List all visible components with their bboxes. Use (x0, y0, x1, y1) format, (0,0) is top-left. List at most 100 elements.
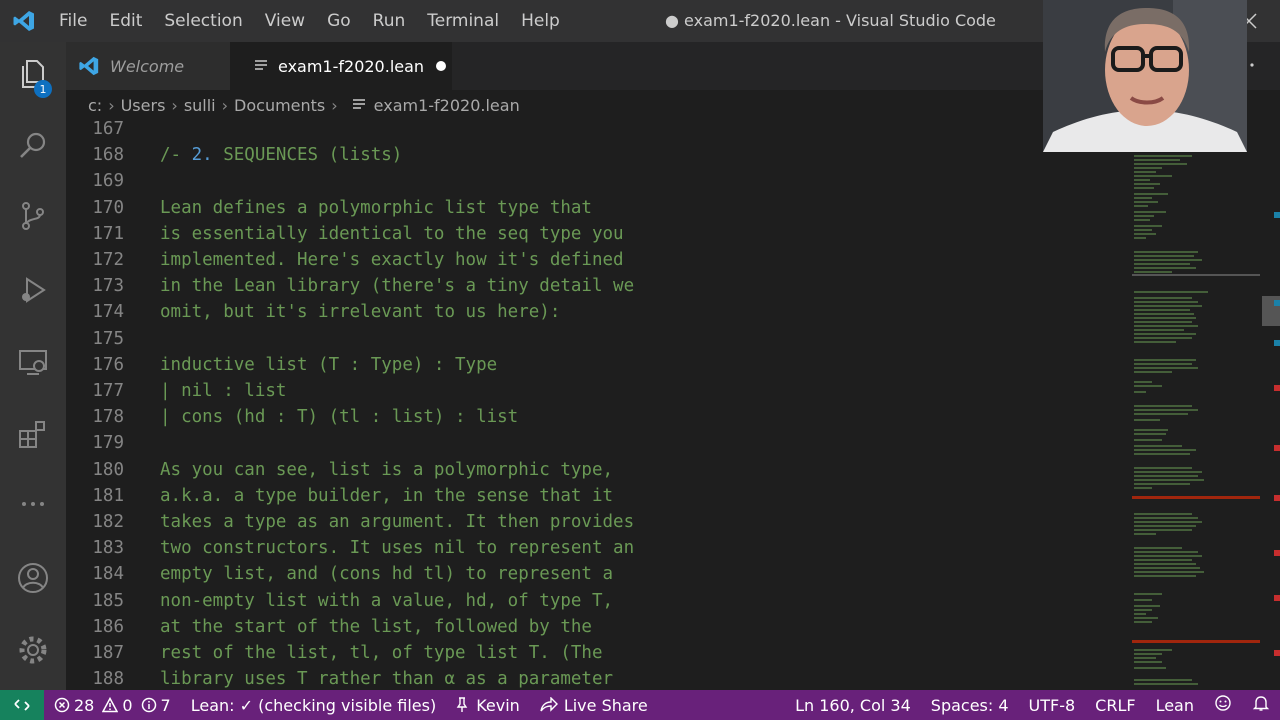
code-line[interactable]: 181 a.k.a. a type builder, in the sense t… (66, 483, 1132, 509)
cursor-position[interactable]: Ln 160, Col 34 (785, 696, 921, 715)
code-text: is essentially identical to the seq type… (160, 223, 624, 244)
warning-count: 0 (122, 695, 133, 715)
breadcrumb-file[interactable]: exam1-f2020.lean (374, 96, 520, 115)
line-number: 187 (92, 643, 124, 663)
code-line[interactable]: 167 (66, 120, 1132, 142)
code-line[interactable]: 173 in the Lean library (there's a tiny d… (66, 273, 1132, 299)
code-text: omit, but it's irrelevant to us here): (160, 302, 561, 323)
extensions-button[interactable] (0, 406, 66, 462)
code-line[interactable]: 184 empty list, and (cons hd tl) to repre… (66, 561, 1132, 587)
code-line[interactable]: 183 two constructors. It uses nil to repr… (66, 535, 1132, 561)
source-control-button[interactable] (0, 188, 66, 244)
account-icon (18, 563, 48, 593)
code-line[interactable]: 174 omit, but it's irrelevant to us here)… (66, 299, 1132, 325)
status-bar-right: Ln 160, Col 34 Spaces: 4 UTF-8 CRLF Lean (785, 690, 1280, 720)
live-share-button[interactable]: Live Share (530, 696, 658, 715)
code-text: a.k.a. a type builder, in the sense that… (160, 485, 614, 506)
unsaved-dot-icon[interactable] (436, 61, 447, 71)
error-count: 28 (74, 695, 95, 715)
code-line[interactable]: 176 inductive list (T : Type) : Type (66, 352, 1132, 378)
line-number: 175 (92, 328, 124, 349)
more-icon (22, 502, 44, 506)
code-text: takes a type as an argument. It then pro… (160, 512, 635, 532)
code-line[interactable]: 186 at the start of the list, followed by… (66, 614, 1132, 640)
code-line[interactable]: 168 /- 2. SEQUENCES (lists) (66, 142, 1132, 168)
liveshare-user[interactable]: Kevin (446, 696, 530, 715)
remote-icon (14, 699, 30, 711)
accounts-button[interactable] (0, 550, 66, 606)
menu-terminal[interactable]: Terminal (416, 0, 510, 42)
scroll-marker (1274, 550, 1280, 556)
code-line[interactable]: 188 library uses T rather than α as a par… (66, 666, 1132, 690)
code-text: /- 2. SEQUENCES (lists) (160, 145, 403, 166)
code-editor[interactable]: 167 168 /- 2. SEQUENCES (lists) 169 170 Lean … (66, 120, 1132, 690)
code-line[interactable]: 169 (66, 168, 1132, 194)
code-line[interactable]: 182 takes a type as an argument. It then … (66, 509, 1132, 535)
code-text: Lean defines a polymorphic list type tha… (160, 197, 592, 218)
menu-bar: File Edit Selection View Go Run Terminal… (48, 0, 571, 42)
code-text: | nil : list (160, 381, 287, 401)
menu-selection[interactable]: Selection (153, 0, 253, 42)
code-text: library uses T rather than α as a parame… (160, 669, 614, 690)
indentation[interactable]: Spaces: 4 (921, 696, 1019, 715)
breadcrumb-sulli[interactable]: sulli (184, 96, 216, 115)
search-button[interactable] (0, 118, 66, 174)
settings-button[interactable] (0, 622, 66, 678)
code-line[interactable]: 171 is essentially identical to the seq t… (66, 221, 1132, 247)
code-line[interactable]: 170 Lean defines a polymorphic list type … (66, 195, 1132, 221)
code-line[interactable]: 187 rest of the list, tl, of type list T.… (66, 640, 1132, 666)
code-line[interactable]: 175 (66, 326, 1132, 352)
code-line[interactable]: 177 | nil : list (66, 378, 1132, 404)
chevron-right-icon: › (171, 95, 178, 115)
extensions-icon (19, 421, 45, 448)
line-ending[interactable]: CRLF (1085, 696, 1145, 715)
breadcrumb-drive[interactable]: c: (66, 96, 102, 115)
notifications-button[interactable] (1242, 694, 1280, 716)
code-line[interactable]: 179 (66, 430, 1132, 456)
lean-status[interactable]: Lean: ✓ (checking visible files) (181, 696, 446, 715)
code-line[interactable]: 180 As you can see, list is a polymorphic… (66, 457, 1132, 483)
line-number: 186 (92, 616, 124, 637)
tab-welcome[interactable]: Welcome (66, 42, 230, 90)
status-bar: 28 0 7 Lean: ✓ (checking visible files) … (0, 690, 1280, 720)
bell-icon (1252, 696, 1270, 711)
explorer-button[interactable]: 1 (0, 46, 66, 102)
menu-view[interactable]: View (254, 0, 316, 42)
encoding[interactable]: UTF-8 (1019, 696, 1086, 715)
menu-file[interactable]: File (48, 0, 98, 42)
feedback-button[interactable] (1204, 694, 1242, 716)
menu-run[interactable]: Run (362, 0, 417, 42)
code-line[interactable]: 185 non-empty list with a value, hd, of t… (66, 588, 1132, 614)
menu-edit[interactable]: Edit (98, 0, 153, 42)
problems-indicator[interactable]: 28 0 7 (44, 696, 181, 715)
scroll-marker (1274, 340, 1280, 346)
remote-indicator[interactable] (0, 690, 44, 720)
breadcrumb-documents[interactable]: Documents (234, 96, 325, 115)
chevron-right-icon: › (221, 95, 229, 115)
breadcrumb-users[interactable]: Users (121, 96, 166, 115)
menu-go[interactable]: Go (316, 0, 362, 42)
search-icon (20, 132, 46, 158)
code-text: As you can see, list is a polymorphic ty… (160, 459, 614, 480)
line-number: 168 (92, 145, 124, 166)
code-line[interactable]: 172 implemented. Here's exactly how it's … (66, 247, 1132, 273)
scroll-marker (1274, 495, 1280, 501)
menu-help[interactable]: Help (510, 0, 571, 42)
tab-exam1-f2020[interactable]: exam1-f2020.lean (230, 42, 452, 90)
language-mode[interactable]: Lean (1146, 696, 1204, 715)
remote-explorer-button[interactable] (0, 334, 66, 390)
line-number: 173 (92, 276, 124, 297)
code-line[interactable]: 178 | cons (hd : T) (tl : list) : list (66, 404, 1132, 430)
run-debug-button[interactable] (0, 262, 66, 318)
gear-icon (19, 636, 47, 664)
feedback-icon (1215, 695, 1231, 711)
code-text: in the Lean library (there's a tiny deta… (160, 276, 635, 297)
line-number: 170 (92, 197, 124, 218)
line-number: 176 (92, 354, 124, 375)
window-title: ● exam1-f2020.lean - Visual Studio Code (665, 11, 996, 30)
vertical-scrollbar[interactable] (1262, 120, 1280, 690)
line-number: 167 (92, 120, 124, 139)
minimap[interactable] (1132, 120, 1262, 690)
more-button[interactable] (0, 476, 66, 532)
code-text: empty list, and (cons hd tl) to represen… (160, 564, 614, 585)
